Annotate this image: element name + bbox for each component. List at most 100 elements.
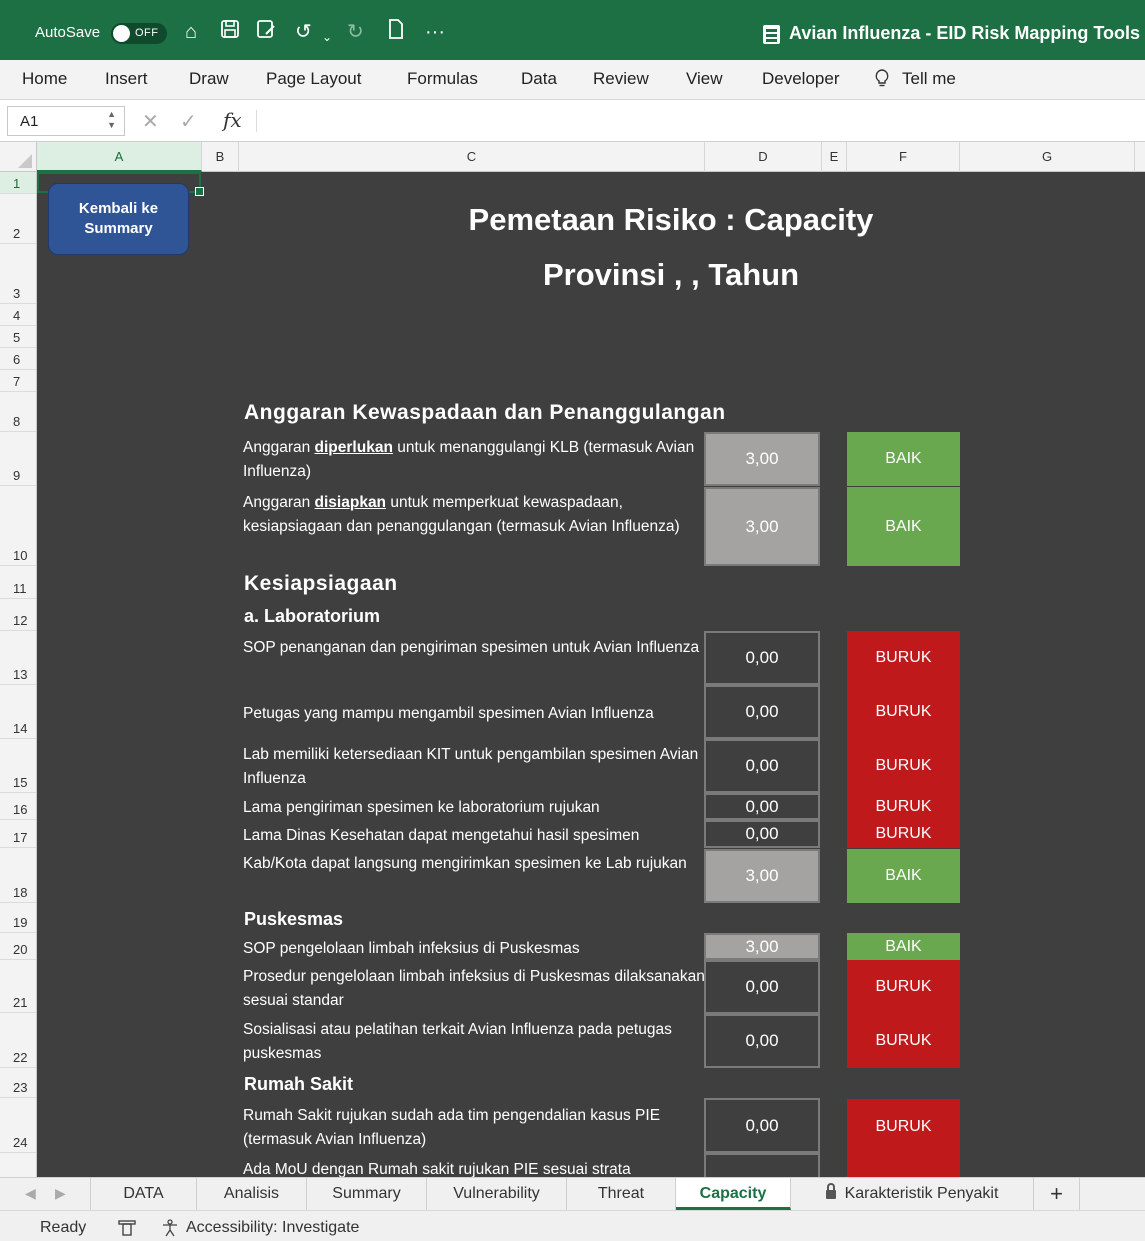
macro-record-icon[interactable] xyxy=(117,1219,137,1241)
tab-formulas[interactable]: Formulas xyxy=(407,69,478,89)
select-all-corner[interactable] xyxy=(0,142,37,172)
row-header[interactable]: 13 xyxy=(0,631,36,685)
item-value[interactable]: 3,00 xyxy=(704,432,820,486)
tab-draw[interactable]: Draw xyxy=(189,69,229,89)
row-header[interactable]: 15 xyxy=(0,739,36,793)
status-badge[interactable]: BURUK xyxy=(847,1014,960,1068)
item-value[interactable]: 0,00 xyxy=(704,739,820,793)
back-to-summary-button[interactable]: Kembali ke Summary xyxy=(48,183,189,255)
column-header-c[interactable]: C xyxy=(239,142,705,172)
item-value[interactable]: 0,00 xyxy=(704,793,820,820)
autosave-toggle[interactable]: OFF xyxy=(111,23,167,44)
name-box-stepper-icon[interactable]: ▲ ▼ xyxy=(107,109,116,131)
item-value[interactable] xyxy=(704,1153,820,1177)
row-header[interactable]: 5 xyxy=(0,326,36,348)
row-header[interactable]: 2 xyxy=(0,194,36,244)
toggle-knob xyxy=(113,25,130,42)
tab-review[interactable]: Review xyxy=(593,69,649,89)
row-header[interactable]: 9 xyxy=(0,432,36,486)
undo-dropdown-icon[interactable]: ⌄ xyxy=(322,24,332,50)
sheet-tab-karakteristik-penyakit[interactable]: Karakteristik Penyakit xyxy=(791,1178,1034,1210)
item-value[interactable]: 0,00 xyxy=(704,685,820,739)
status-badge[interactable]: BURUK xyxy=(847,631,960,685)
item-value[interactable]: 3,00 xyxy=(704,487,820,566)
formula-input[interactable] xyxy=(270,108,1130,134)
status-badge[interactable]: BURUK xyxy=(847,739,960,793)
status-badge[interactable] xyxy=(847,1154,960,1177)
item-value[interactable]: 0,00 xyxy=(704,1098,820,1153)
row-header[interactable]: 16 xyxy=(0,793,36,820)
tab-insert[interactable]: Insert xyxy=(105,69,148,89)
insert-function-icon[interactable]: fx xyxy=(223,108,242,132)
sheet-tab-vulnerability[interactable]: Vulnerability xyxy=(427,1178,567,1210)
row-header[interactable]: 22 xyxy=(0,1013,36,1068)
add-sheet-button[interactable]: + xyxy=(1034,1178,1080,1210)
status-badge[interactable]: BURUK xyxy=(847,960,960,1014)
cancel-formula-icon[interactable]: ✕ xyxy=(142,109,159,134)
column-header-g[interactable]: G xyxy=(960,142,1135,172)
confirm-formula-icon[interactable]: ✓ xyxy=(180,109,197,134)
sheet-tab-analisis[interactable]: Analisis xyxy=(197,1178,307,1210)
item-value[interactable]: 0,00 xyxy=(704,631,820,685)
row-header[interactable]: 14 xyxy=(0,685,36,739)
tab-developer[interactable]: Developer xyxy=(762,69,840,89)
accessibility-status[interactable]: Accessibility: Investigate xyxy=(186,1219,359,1237)
row-header[interactable]: 4 xyxy=(0,304,36,326)
name-box[interactable]: A1 ▲ ▼ xyxy=(7,106,125,136)
status-badge[interactable]: BURUK xyxy=(847,793,960,820)
accessibility-icon[interactable] xyxy=(160,1219,180,1241)
status-badge[interactable]: BAIK xyxy=(847,933,960,960)
item-value[interactable]: 0,00 xyxy=(704,960,820,1014)
tab-data[interactable]: Data xyxy=(521,69,557,89)
home-icon[interactable]: ⌂ xyxy=(185,19,197,45)
item-label: Ada MoU dengan Rumah sakit rujukan PIE s… xyxy=(243,1161,631,1177)
sheet-tab-data[interactable]: DATA xyxy=(90,1178,197,1210)
row-header[interactable]: 1 xyxy=(0,172,36,194)
sheet-grid[interactable]: Kembali ke Summary Pemetaan Risiko : Cap… xyxy=(37,172,1145,1177)
status-badge[interactable]: BURUK xyxy=(847,820,960,848)
row-header[interactable]: 6 xyxy=(0,348,36,370)
status-badge[interactable]: BAIK xyxy=(847,849,960,903)
column-header-d[interactable]: D xyxy=(705,142,822,172)
undo-icon[interactable]: ↺ xyxy=(295,19,312,45)
sheet-tab-capacity[interactable]: Capacity xyxy=(676,1178,791,1210)
row-header[interactable]: 3 xyxy=(0,244,36,304)
column-header-a[interactable]: A xyxy=(37,142,202,172)
row-header[interactable]: 11 xyxy=(0,566,36,599)
sheet-tab-threat[interactable]: Threat xyxy=(567,1178,676,1210)
row-header[interactable]: 19 xyxy=(0,903,36,933)
next-sheet-icon[interactable]: ▶ xyxy=(55,1185,66,1202)
sheet-tab-summary[interactable]: Summary xyxy=(307,1178,427,1210)
row-header[interactable]: 20 xyxy=(0,933,36,960)
tell-me-search[interactable]: Tell me xyxy=(902,69,956,89)
column-header-f[interactable]: F xyxy=(847,142,960,172)
item-value[interactable]: 0,00 xyxy=(704,1014,820,1068)
row-header[interactable]: 24 xyxy=(0,1098,36,1153)
row-header[interactable]: 8 xyxy=(0,392,36,432)
row-header[interactable]: 17 xyxy=(0,820,36,848)
tab-view[interactable]: View xyxy=(686,69,723,89)
redo-icon[interactable]: ↻ xyxy=(347,19,364,45)
more-icon[interactable]: ··· xyxy=(425,19,445,45)
status-badge[interactable]: BAIK xyxy=(847,432,960,486)
status-badge[interactable]: BAIK xyxy=(847,487,960,566)
row-header[interactable]: 10 xyxy=(0,486,36,566)
save-as-icon[interactable] xyxy=(256,19,276,46)
column-header-e[interactable]: E xyxy=(822,142,847,172)
item-value[interactable]: 0,00 xyxy=(704,820,820,848)
item-value[interactable]: 3,00 xyxy=(704,933,820,960)
status-badge[interactable]: BURUK xyxy=(847,685,960,739)
row-header[interactable]: 12 xyxy=(0,599,36,631)
item-value[interactable]: 3,00 xyxy=(704,849,820,903)
status-badge[interactable]: BURUK xyxy=(847,1099,960,1154)
save-icon[interactable] xyxy=(220,19,240,46)
new-file-icon[interactable] xyxy=(388,19,404,46)
row-header[interactable]: 7 xyxy=(0,370,36,392)
row-header[interactable]: 18 xyxy=(0,848,36,903)
row-header[interactable]: 21 xyxy=(0,960,36,1013)
row-header[interactable]: 23 xyxy=(0,1068,36,1098)
tab-page-layout[interactable]: Page Layout xyxy=(266,69,361,89)
prev-sheet-icon[interactable]: ◀ xyxy=(25,1185,36,1202)
column-header-b[interactable]: B xyxy=(202,142,239,172)
tab-home[interactable]: Home xyxy=(22,69,67,89)
